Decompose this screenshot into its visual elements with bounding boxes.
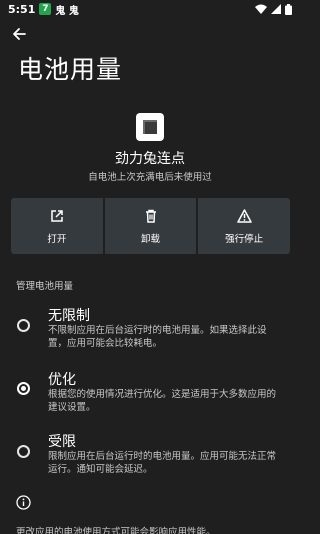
option-desc: 根据您的使用情况进行优化。这是适用于大多数应用的建议设置。: [48, 389, 277, 413]
notification-app-icon: 7: [39, 3, 52, 15]
section-header: 管理电池用量: [16, 281, 74, 292]
info-icon: [16, 495, 31, 510]
uninstall-button[interactable]: 卸载: [104, 198, 197, 254]
option-title: 受限: [48, 434, 76, 450]
status-right: [255, 3, 292, 15]
action-row: 打开 卸载 强行停止: [11, 198, 291, 254]
status-time: 5:51: [8, 2, 36, 16]
option-title: 无限制: [48, 308, 90, 324]
open-external-icon: [50, 207, 64, 225]
app-icon: [136, 113, 164, 141]
signal-icon: [271, 4, 281, 14]
arrow-left-icon: [13, 28, 26, 40]
warning-icon: [236, 207, 252, 225]
open-button-label: 打开: [47, 234, 67, 245]
option-unrestricted[interactable]: 无限制 不限制应用在后台运行时的电池用量。如果选择此设置，应用可能会比较耗电。: [0, 305, 300, 355]
open-button[interactable]: 打开: [11, 198, 103, 254]
radio-unrestricted[interactable]: [17, 319, 30, 332]
option-desc: 限制应用在后台运行时的电池用量。应用可能无法正常运行。通知可能会延迟。: [48, 451, 277, 475]
app-icon-glyph: [143, 120, 157, 134]
footer-text: 更改应用的电池使用方式可能会影响应用性能。: [16, 527, 216, 534]
uninstall-button-label: 卸载: [141, 234, 161, 245]
back-button[interactable]: [10, 25, 28, 43]
battery-icon: [285, 3, 292, 15]
radio-restricted[interactable]: [17, 445, 30, 458]
force-stop-button[interactable]: 强行停止: [198, 198, 291, 254]
toolbar: [0, 22, 300, 46]
force-stop-button-label: 强行停止: [225, 234, 264, 245]
notification-text: 鬼 鬼: [55, 5, 79, 17]
trash-icon: [145, 207, 157, 225]
option-title: 优化: [48, 372, 76, 388]
option-restricted[interactable]: 受限 限制应用在后台运行时的电池用量。应用可能无法正常运行。通知可能会延迟。: [0, 431, 300, 481]
app-name: 劲力兔连点: [115, 151, 185, 167]
option-optimized[interactable]: 优化 根据您的使用情况进行优化。这是适用于大多数应用的建议设置。: [0, 369, 300, 419]
app-subtitle: 自电池上次充满电后未使用过: [88, 172, 212, 183]
status-left: 5:51 7 鬼 鬼: [8, 2, 79, 17]
status-bar: 5:51 7 鬼 鬼: [0, 0, 300, 18]
option-desc: 不限制应用在后台运行时的电池用量。如果选择此设置，应用可能会比较耗电。: [48, 325, 267, 349]
wifi-icon: [255, 4, 267, 14]
radio-optimized[interactable]: [17, 382, 30, 395]
page-title: 电池用量: [18, 55, 123, 84]
